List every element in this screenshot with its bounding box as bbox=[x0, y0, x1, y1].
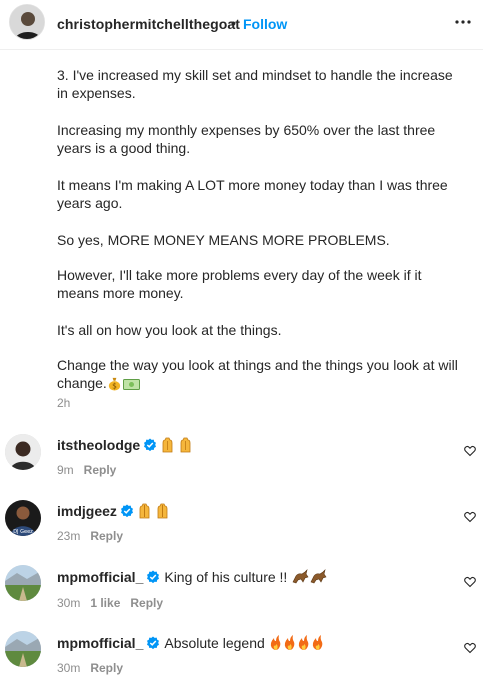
comment-body: mpmofficial_ King of his culture !! bbox=[57, 569, 329, 588]
comment-timestamp: 30m bbox=[57, 661, 81, 675]
caption-paragraph: It means I'm making A LOT more money tod… bbox=[57, 177, 448, 211]
fire-emoji bbox=[269, 635, 327, 654]
commenter-username[interactable]: imdjgeez bbox=[57, 503, 117, 519]
comment-meta: 23m Reply bbox=[57, 529, 123, 543]
comment-meta: 30m Reply bbox=[57, 661, 123, 675]
caption-paragraph-last: Change the way you look at things and th… bbox=[57, 356, 467, 392]
likes-count[interactable]: 1 like bbox=[90, 596, 120, 610]
comment-timestamp: 23m bbox=[57, 529, 81, 543]
commenter-avatar[interactable]: DJ Geez bbox=[5, 500, 41, 536]
folded-hands-emoji bbox=[138, 503, 174, 522]
comment-timestamp: 30m bbox=[57, 596, 81, 610]
comment-timestamp: 9m bbox=[57, 463, 74, 477]
commenter-avatar[interactable] bbox=[5, 631, 41, 667]
heart-outline-icon[interactable] bbox=[464, 511, 476, 523]
more-options-icon[interactable] bbox=[453, 12, 473, 32]
raising-hands-emoji bbox=[161, 437, 197, 456]
dollar-bill-emoji bbox=[122, 379, 140, 390]
verified-badge-icon bbox=[147, 636, 160, 650]
commenter-username[interactable]: mpmofficial_ bbox=[57, 635, 143, 651]
reply-button[interactable]: Reply bbox=[84, 463, 117, 477]
comment-body: mpmofficial_ Absolute legend bbox=[57, 635, 327, 654]
heart-outline-icon[interactable] bbox=[464, 445, 476, 457]
post-header: christophermitchellthegoat • Follow bbox=[0, 0, 483, 50]
post-timestamp: 2h bbox=[57, 396, 71, 410]
svg-text:DJ Geez: DJ Geez bbox=[13, 529, 33, 535]
svg-text:$: $ bbox=[112, 382, 117, 391]
money-bag-emoji: $ bbox=[108, 377, 120, 391]
caption-paragraph: However, I'll take more problems every d… bbox=[57, 267, 422, 301]
commenter-avatar[interactable] bbox=[5, 565, 41, 601]
heart-outline-icon[interactable] bbox=[464, 642, 476, 654]
commenter-avatar[interactable] bbox=[5, 434, 41, 470]
comment-meta: 30m 1 like Reply bbox=[57, 596, 163, 610]
commenter-username[interactable]: mpmofficial_ bbox=[57, 569, 143, 585]
comment-meta: 9m Reply bbox=[57, 463, 116, 477]
verified-badge-icon bbox=[144, 438, 157, 452]
caption-paragraph: It's all on how you look at the things. bbox=[57, 322, 282, 338]
author-username[interactable]: christophermitchellthegoat bbox=[57, 16, 240, 32]
goat-emoji bbox=[291, 569, 329, 588]
verified-badge-icon bbox=[147, 570, 160, 584]
verified-badge-icon bbox=[120, 504, 133, 518]
reply-button[interactable]: Reply bbox=[90, 661, 123, 675]
follow-button[interactable]: Follow bbox=[243, 16, 287, 32]
comment-body: imdjgeez bbox=[57, 503, 174, 522]
caption-paragraph: Increasing my monthly expenses by 650% o… bbox=[57, 122, 436, 156]
comment-body: itstheolodge bbox=[57, 437, 197, 456]
caption-paragraph: 3. I've increased my skill set and minds… bbox=[57, 67, 453, 101]
author-avatar[interactable] bbox=[9, 4, 45, 40]
comment-text: King of his culture !! bbox=[164, 569, 288, 585]
separator-dot: • bbox=[231, 15, 236, 31]
reply-button[interactable]: Reply bbox=[130, 596, 163, 610]
heart-outline-icon[interactable] bbox=[464, 576, 476, 588]
reply-button[interactable]: Reply bbox=[90, 529, 123, 543]
commenter-username[interactable]: itstheolodge bbox=[57, 437, 140, 453]
caption-paragraph: So yes, MORE MONEY MEANS MORE PROBLEMS. bbox=[57, 232, 390, 248]
comment-text: Absolute legend bbox=[164, 635, 265, 651]
